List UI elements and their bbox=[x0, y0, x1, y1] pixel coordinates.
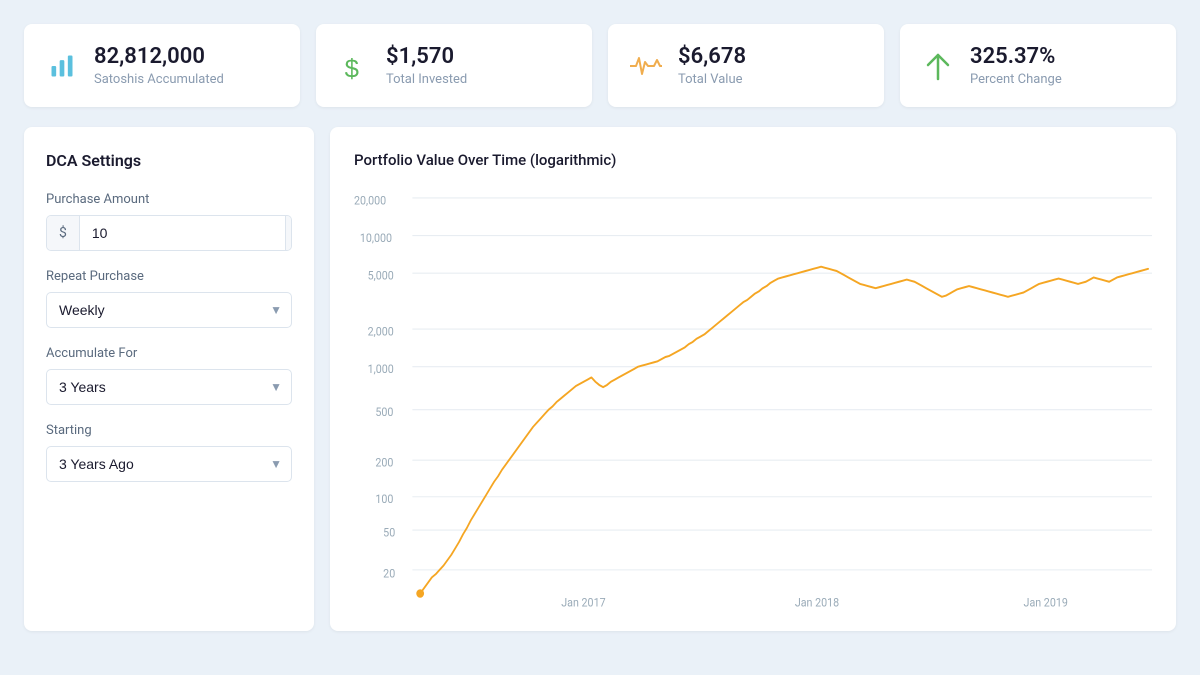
stat-content-change: 325.37% Percent Change bbox=[970, 44, 1062, 87]
stat-card-value: $6,678 Total Value bbox=[608, 24, 884, 107]
y-label-200: 200 bbox=[375, 457, 393, 471]
y-label-1000: 1,000 bbox=[368, 363, 394, 377]
satoshis-label: Satoshis Accumulated bbox=[94, 72, 224, 87]
y-label-10000: 10,000 bbox=[360, 232, 392, 246]
repeat-purchase-group: Repeat Purchase Daily Weekly Monthly ▼ bbox=[46, 269, 292, 328]
y-label-50: 50 bbox=[383, 526, 395, 540]
repeat-purchase-label: Repeat Purchase bbox=[46, 269, 292, 284]
settings-title: DCA Settings bbox=[46, 151, 292, 170]
stat-card-change: 325.37% Percent Change bbox=[900, 24, 1176, 107]
purchase-amount-group: Purchase Amount $ .00 bbox=[46, 192, 292, 251]
portfolio-line bbox=[420, 267, 1148, 594]
stat-content-satoshis: 82,812,000 Satoshis Accumulated bbox=[94, 44, 224, 87]
repeat-select-wrapper: Daily Weekly Monthly ▼ bbox=[46, 292, 292, 328]
invested-value: $1,570 bbox=[386, 44, 467, 70]
x-label-jan2017: Jan 2017 bbox=[561, 596, 605, 610]
total-value: $6,678 bbox=[678, 44, 746, 70]
chart-start-dot bbox=[416, 590, 424, 599]
chart-title: Portfolio Value Over Time (logarithmic) bbox=[354, 151, 1152, 169]
bar-chart-icon bbox=[44, 48, 80, 84]
stat-content-invested: $1,570 Total Invested bbox=[386, 44, 467, 87]
purchase-amount-label: Purchase Amount bbox=[46, 192, 292, 207]
settings-panel: DCA Settings Purchase Amount $ .00 Repea… bbox=[24, 127, 314, 631]
starting-select[interactable]: 1 Year Ago 2 Years Ago 3 Years Ago 4 Yea… bbox=[46, 446, 292, 482]
change-label: Percent Change bbox=[970, 72, 1062, 87]
starting-group: Starting 1 Year Ago 2 Years Ago 3 Years … bbox=[46, 423, 292, 482]
y-label-5000: 5,000 bbox=[368, 270, 394, 284]
stat-card-invested: $ $1,570 Total Invested bbox=[316, 24, 592, 107]
y-label-100: 100 bbox=[375, 493, 393, 507]
invested-label: Total Invested bbox=[386, 72, 467, 87]
starting-select-wrapper: 1 Year Ago 2 Years Ago 3 Years Ago 4 Yea… bbox=[46, 446, 292, 482]
stat-card-satoshis: 82,812,000 Satoshis Accumulated bbox=[24, 24, 300, 107]
pulse-icon bbox=[628, 48, 664, 84]
arrow-up-icon bbox=[920, 48, 956, 84]
stat-content-value: $6,678 Total Value bbox=[678, 44, 746, 87]
accumulate-select-wrapper: 1 Year 2 Years 3 Years 4 Years 5 Years ▼ bbox=[46, 369, 292, 405]
chart-panel: Portfolio Value Over Time (logarithmic) … bbox=[330, 127, 1176, 631]
accumulate-label: Accumulate For bbox=[46, 346, 292, 361]
y-label-20000: 20,000 bbox=[354, 194, 386, 208]
purchase-amount-input-row: $ .00 bbox=[46, 215, 292, 251]
dollar-prefix: $ bbox=[47, 216, 80, 250]
purchase-amount-input[interactable] bbox=[80, 216, 285, 250]
accumulate-select[interactable]: 1 Year 2 Years 3 Years 4 Years 5 Years bbox=[46, 369, 292, 405]
x-label-jan2018: Jan 2018 bbox=[795, 596, 839, 610]
starting-label: Starting bbox=[46, 423, 292, 438]
stats-row: 82,812,000 Satoshis Accumulated $ $1,570… bbox=[24, 24, 1176, 107]
x-label-jan2019: Jan 2019 bbox=[1024, 596, 1068, 610]
percent-change-value: 325.37% bbox=[970, 44, 1062, 70]
dollar-icon: $ bbox=[336, 48, 372, 84]
satoshis-value: 82,812,000 bbox=[94, 44, 224, 70]
cents-suffix: .00 bbox=[285, 216, 292, 250]
accumulate-group: Accumulate For 1 Year 2 Years 3 Years 4 … bbox=[46, 346, 292, 405]
y-label-500: 500 bbox=[375, 406, 393, 420]
main-row: DCA Settings Purchase Amount $ .00 Repea… bbox=[24, 127, 1176, 631]
y-label-2000: 2,000 bbox=[368, 325, 394, 339]
repeat-select[interactable]: Daily Weekly Monthly bbox=[46, 292, 292, 328]
chart-area: 20,000 10,000 5,000 2,000 1,000 500 200 … bbox=[354, 185, 1152, 615]
y-label-20: 20 bbox=[383, 567, 395, 581]
chart-svg: 20,000 10,000 5,000 2,000 1,000 500 200 … bbox=[354, 185, 1152, 615]
svg-text:$: $ bbox=[345, 55, 359, 79]
value-label: Total Value bbox=[678, 72, 746, 87]
